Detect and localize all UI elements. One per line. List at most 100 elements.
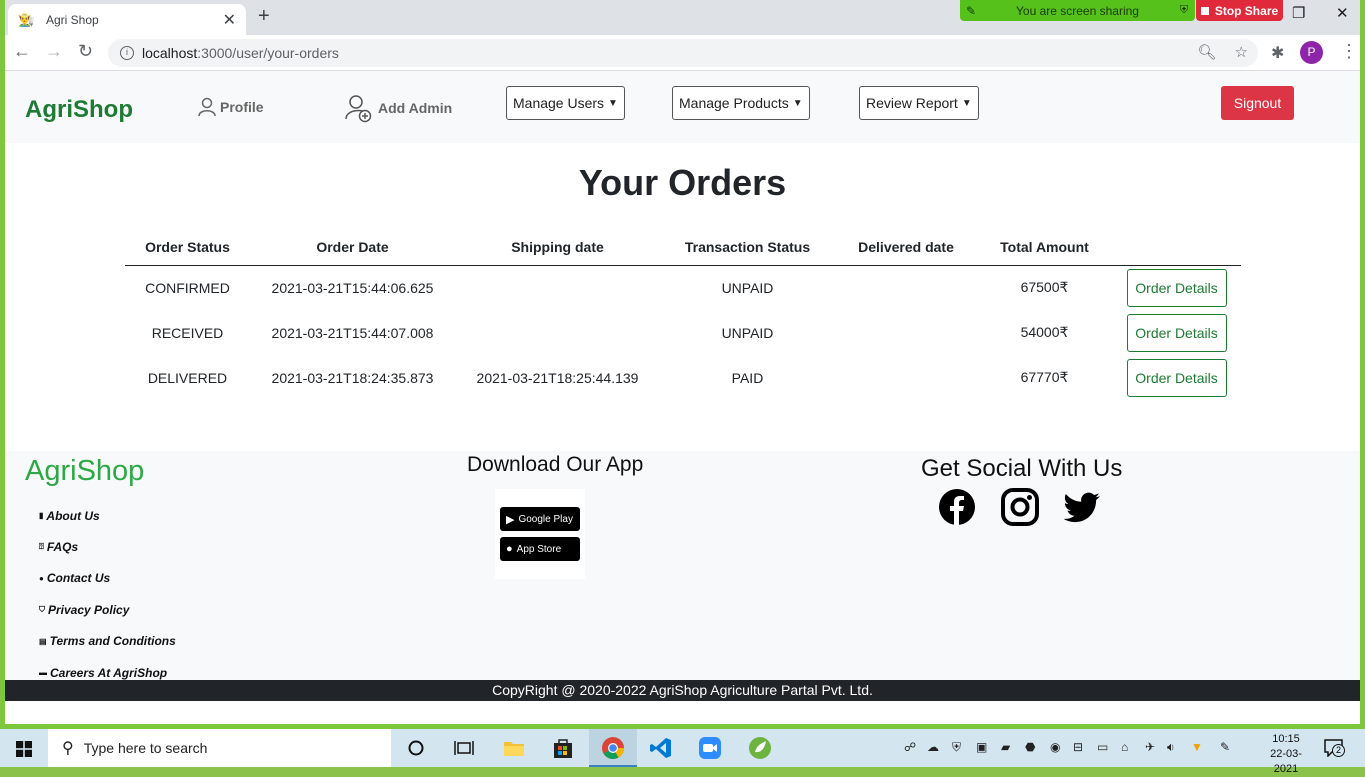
close-tab-icon[interactable]: ✕ [223, 10, 236, 30]
tray-hardware-icon[interactable]: ⊟ [1073, 740, 1083, 754]
app-store-badge[interactable]: ● App Store [500, 537, 580, 561]
store-bag-icon[interactable] [550, 735, 576, 761]
order-details-button[interactable]: Order Details [1126, 358, 1227, 397]
vscode-icon[interactable] [648, 735, 674, 761]
stop-share-button[interactable]: Stop Share [1196, 0, 1283, 21]
url-host: localhost [142, 45, 198, 61]
zoom-icon[interactable]: 🔍︎ [1197, 44, 1216, 61]
browser-tab[interactable]: 👨‍🌾 Agri Shop ✕ [8, 4, 246, 35]
taskbar-clock[interactable]: 10:15 22-03-2021 [1258, 732, 1314, 777]
tray-network-icon[interactable]: ✈ [1145, 740, 1155, 754]
total-amount: 67770₹ [1020, 369, 1069, 385]
cortana-icon[interactable] [403, 735, 429, 761]
footer-link-label: Contact Us [46, 571, 111, 586]
tray-onedrive-icon[interactable]: ☁ [927, 740, 939, 754]
total-amount: 54000₹ [1020, 324, 1069, 340]
tray-mcafee-icon[interactable]: ⬣ [1025, 740, 1035, 754]
facebook-icon[interactable] [938, 488, 976, 526]
tray-defender-icon[interactable]: ⛨ [952, 740, 961, 755]
browser-toolbar: ← → ↻ i localhost :3000/user/your-orders… [0, 35, 1365, 71]
search-icon: ⚲ [62, 740, 74, 757]
manage-products-dropdown[interactable]: Manage Products ▼ [672, 86, 810, 120]
delivered-date [835, 265, 977, 310]
footer-link-label: FAQs [46, 540, 79, 555]
zoom-app-icon[interactable] [697, 735, 723, 761]
forward-arrow-icon[interactable]: → [45, 41, 63, 62]
footer-link-terms[interactable]: ▤ Terms and Conditions [39, 626, 176, 657]
chrome-icon[interactable] [600, 735, 626, 761]
google-play-badge[interactable]: ▶ Google Play [500, 507, 580, 531]
new-tab-icon[interactable]: + [258, 5, 270, 28]
twitter-icon[interactable] [1064, 488, 1102, 526]
footer-link-about[interactable]: ▮ About Us [39, 500, 176, 531]
address-bar[interactable]: i localhost :3000/user/your-orders 🔍︎ ☆ [108, 39, 1258, 67]
footer-link-faqs[interactable]: ⍰ FAQs [39, 531, 176, 562]
manage-users-dropdown[interactable]: Manage Users ▼ [506, 86, 625, 120]
tray-nvidia-icon[interactable]: ▰ [1001, 740, 1010, 754]
tray-app-icon[interactable]: ◉ [1050, 740, 1060, 754]
add-admin-link[interactable]: Add Admin [344, 93, 452, 123]
transaction-status: PAID [731, 369, 764, 386]
laptop-icon: ▬ [39, 668, 47, 678]
footer-link-label: About Us [46, 508, 100, 523]
spring-tool-icon[interactable] [747, 735, 773, 761]
review-report-dropdown[interactable]: Review Report ▼ [859, 86, 979, 120]
document-icon: ▤ [39, 636, 47, 646]
footer-link-privacy[interactable]: ⛉ Privacy Policy [39, 594, 176, 625]
extensions-puzzle-icon[interactable]: ✱ [1271, 43, 1284, 63]
tray-pen-icon[interactable]: ✎ [1220, 740, 1230, 754]
profile-link[interactable]: Profile [198, 97, 264, 117]
order-details-button[interactable]: Order Details [1126, 313, 1227, 352]
table-row: CONFIRMED 2021-03-21T15:44:06.625 UNPAID… [125, 265, 1241, 310]
info-icon[interactable]: i [120, 46, 134, 60]
question-icon: ⍰ [39, 542, 44, 552]
column-header [1112, 229, 1241, 266]
signout-button[interactable]: Signout [1221, 86, 1294, 120]
tray-zoom-icon[interactable]: ▣ [976, 740, 987, 754]
omnibox-icons: 🔍︎ ☆ [1197, 43, 1248, 61]
table-row: DELIVERED 2021-03-21T18:24:35.873 2021-0… [125, 355, 1241, 400]
profile-avatar[interactable]: P [1300, 41, 1323, 64]
footer-brand: AgriShop [25, 455, 145, 487]
tray-volume-icon[interactable]: 🔉︎ [1167, 740, 1175, 755]
back-arrow-icon[interactable]: ← [13, 41, 31, 62]
google-play-label: Google Play [518, 513, 573, 525]
order-date: 2021-03-21T15:44:07.008 [271, 324, 434, 341]
order-details-button[interactable]: Order Details [1126, 268, 1227, 307]
order-details-cell: Order Details [1112, 355, 1241, 400]
close-window-icon[interactable]: ✕ [1336, 4, 1349, 22]
notification-center[interactable]: 2 [1324, 739, 1345, 758]
copyright-bar: CopyRight @ 2020-2022 AgriShop Agricultu… [5, 680, 1360, 701]
instagram-icon[interactable] [1001, 488, 1039, 526]
apple-icon: ● [506, 543, 513, 555]
caret-down-icon: ▼ [961, 97, 972, 109]
tray-battery-icon[interactable]: ⌂ [1121, 740, 1128, 754]
play-store-icon: ▶ [506, 513, 515, 526]
task-view-icon[interactable] [451, 735, 477, 761]
brand-logo[interactable]: AgriShop [25, 96, 133, 124]
clock-date: 22-03-2021 [1270, 748, 1302, 775]
table-row: RECEIVED 2021-03-21T15:44:07.008 UNPAID … [125, 310, 1241, 355]
file-explorer-icon[interactable] [501, 735, 527, 761]
tray-vlc-icon[interactable]: ▼ [1191, 740, 1203, 754]
manage-products-label: Manage Products [679, 95, 789, 111]
order-status: DELIVERED [147, 369, 228, 386]
reload-icon[interactable]: ↻ [78, 41, 93, 62]
taskbar-search[interactable]: ⚲ Type here to search [48, 729, 391, 767]
footer-link-label: Terms and Conditions [49, 634, 176, 649]
shipping-date: 2021-03-21T18:25:44.139 [476, 369, 639, 386]
order-details-cell: Order Details [1112, 310, 1241, 355]
tray-display-icon[interactable]: ▭ [1097, 740, 1108, 754]
windows-start-icon[interactable] [16, 741, 32, 757]
footer-link-contact[interactable]: ● Contact Us [39, 563, 176, 594]
stop-square-icon [1200, 6, 1209, 15]
notification-count: 2 [1332, 744, 1345, 757]
restore-window-icon[interactable]: ❐ [1292, 4, 1305, 22]
page: AgriShop Profile Add Admin Manage Users … [5, 71, 1360, 729]
tab-title: Agri Shop [46, 12, 99, 27]
app-store-badges: ▶ Google Play ● App Store [495, 489, 585, 579]
menu-dots-icon[interactable]: ⋮ [1340, 41, 1358, 62]
bookmark-star-icon[interactable]: ☆ [1235, 44, 1248, 61]
tray-people-icon[interactable]: ☍ [904, 740, 916, 754]
manage-users-label: Manage Users [513, 95, 605, 111]
